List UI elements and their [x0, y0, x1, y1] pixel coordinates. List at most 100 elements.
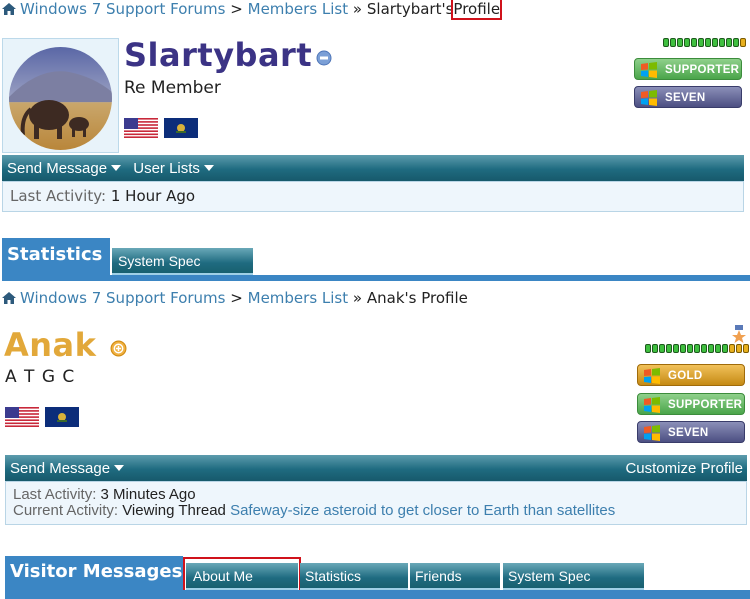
- breadcrumb: Windows 7 Support Forums > Members List …: [2, 289, 468, 307]
- online-status-icon: [110, 340, 127, 357]
- send-message-label: Send Message: [7, 160, 108, 177]
- reputation-pip: [729, 344, 735, 353]
- reputation-pip: [673, 344, 679, 353]
- reputation-pip: [652, 344, 658, 353]
- reputation-pip: [708, 344, 714, 353]
- avatar[interactable]: [9, 47, 112, 150]
- reputation-pip: [701, 344, 707, 353]
- breadcrumb-members-link[interactable]: Members List: [248, 0, 349, 18]
- breadcrumb-separator: »: [352, 0, 363, 18]
- breadcrumb-forums-link[interactable]: Windows 7 Support Forums: [20, 289, 225, 307]
- reputation-pip: [684, 38, 690, 47]
- reputation-bar: [645, 344, 750, 353]
- reputation-pip: [670, 38, 676, 47]
- reputation-pip: [687, 344, 693, 353]
- send-message-menu[interactable]: Send Message: [7, 160, 122, 177]
- badge-label: SEVEN GURU: [665, 92, 706, 126]
- reputation-pip: [705, 38, 711, 47]
- elephant-avatar-image: [9, 47, 112, 150]
- about-me-highlight: [183, 557, 301, 596]
- caret-down-icon: [203, 165, 214, 171]
- reputation-pip: [694, 344, 700, 353]
- reputation-pip: [691, 38, 697, 47]
- reputation-pip: [740, 38, 746, 47]
- seven-guru-badge: SEVEN GURU: [634, 86, 742, 126]
- profile-action-bar: Send Message User Lists: [2, 155, 744, 181]
- badge-label: SUPPORTER: [668, 399, 743, 411]
- windows-logo-icon: [641, 62, 657, 78]
- supporter-badge: SUPPORTER: [634, 58, 742, 80]
- badge-label: SUPPORTER: [665, 64, 740, 76]
- gold-member-badge: GOLD MEMBER: [637, 364, 745, 404]
- last-activity-label: Last Activity:: [13, 486, 97, 503]
- breadcrumb: Windows 7 Support Forums > Members List …: [2, 0, 503, 20]
- tab-strip: [5, 590, 750, 599]
- user-lists-label: User Lists: [133, 160, 200, 177]
- award-medal-icon: [732, 325, 746, 343]
- caret-down-icon: [114, 465, 125, 471]
- user-lists-menu[interactable]: User Lists: [133, 160, 214, 177]
- pennsylvania-flag-icon: [164, 118, 198, 138]
- supporter-badge: SUPPORTER: [637, 393, 745, 415]
- breadcrumb-current: Anak's Profile: [366, 289, 468, 307]
- reputation-pip: [663, 38, 669, 47]
- breadcrumb-separator: »: [352, 289, 363, 307]
- tab-system-spec[interactable]: System Spec: [112, 248, 253, 275]
- breadcrumb-profile-highlighted: Profile: [451, 0, 503, 20]
- activity-panel: Last Activity: 3 Minutes Ago Current Act…: [5, 481, 747, 525]
- last-activity-value: 1 Hour Ago: [110, 187, 196, 205]
- user-title: Re Member: [124, 78, 221, 98]
- tab-strip: [2, 275, 750, 281]
- reputation-pip: [715, 344, 721, 353]
- username: Anak: [4, 326, 97, 364]
- last-activity-label: Last Activity:: [10, 187, 107, 205]
- send-message-label: Send Message: [10, 460, 111, 477]
- home-icon[interactable]: [2, 292, 16, 304]
- customize-profile-link[interactable]: Customize Profile: [625, 455, 743, 482]
- breadcrumb-current: Slartybart's: [366, 0, 454, 18]
- pennsylvania-flag-icon: [45, 407, 79, 427]
- tab-system-spec[interactable]: System Spec: [503, 563, 644, 590]
- windows-logo-icon: [644, 397, 660, 413]
- tab-statistics-active[interactable]: Statistics: [2, 238, 110, 275]
- breadcrumb-forums-link[interactable]: Windows 7 Support Forums: [20, 0, 225, 18]
- reputation-pip: [677, 38, 683, 47]
- seven-guru-badge: SEVEN GURU: [637, 421, 745, 461]
- reputation-pip: [736, 344, 742, 353]
- profile-action-bar: Send Message Customize Profile: [5, 455, 747, 481]
- username: Slartybart: [124, 36, 313, 74]
- reputation-pip: [645, 344, 651, 353]
- last-activity-value: 3 Minutes Ago: [100, 486, 196, 503]
- user-title: A T G C: [5, 367, 76, 387]
- reputation-bar: [663, 38, 746, 47]
- current-activity-value: Viewing Thread: [122, 502, 226, 519]
- us-flag-icon: [5, 407, 39, 427]
- reputation-pip: [712, 38, 718, 47]
- tab-friends[interactable]: Friends: [410, 563, 500, 590]
- reputation-pip: [743, 344, 749, 353]
- us-flag-icon: [124, 118, 158, 138]
- windows-logo-icon: [644, 368, 660, 384]
- avatar-frame: [2, 38, 119, 153]
- windows-logo-icon: [641, 90, 657, 106]
- activity-panel: Last Activity: 1 Hour Ago: [2, 181, 744, 212]
- breadcrumb-members-link[interactable]: Members List: [248, 289, 349, 307]
- tab-statistics[interactable]: Statistics: [300, 563, 408, 590]
- windows-logo-icon: [644, 425, 660, 441]
- breadcrumb-separator: >: [230, 0, 243, 18]
- caret-down-icon: [111, 165, 122, 171]
- reputation-pip: [680, 344, 686, 353]
- send-message-menu[interactable]: Send Message: [10, 460, 125, 477]
- reputation-pip: [719, 38, 725, 47]
- home-icon[interactable]: [2, 3, 16, 15]
- reputation-pip: [722, 344, 728, 353]
- breadcrumb-separator: >: [230, 289, 243, 307]
- offline-status-icon: [316, 50, 332, 66]
- reputation-pip: [726, 38, 732, 47]
- reputation-pip: [733, 38, 739, 47]
- thread-link[interactable]: Safeway-size asteroid to get closer to E…: [230, 502, 615, 519]
- reputation-pip: [698, 38, 704, 47]
- reputation-pip: [666, 344, 672, 353]
- current-activity-label: Current Activity:: [13, 502, 119, 519]
- reputation-pip: [659, 344, 665, 353]
